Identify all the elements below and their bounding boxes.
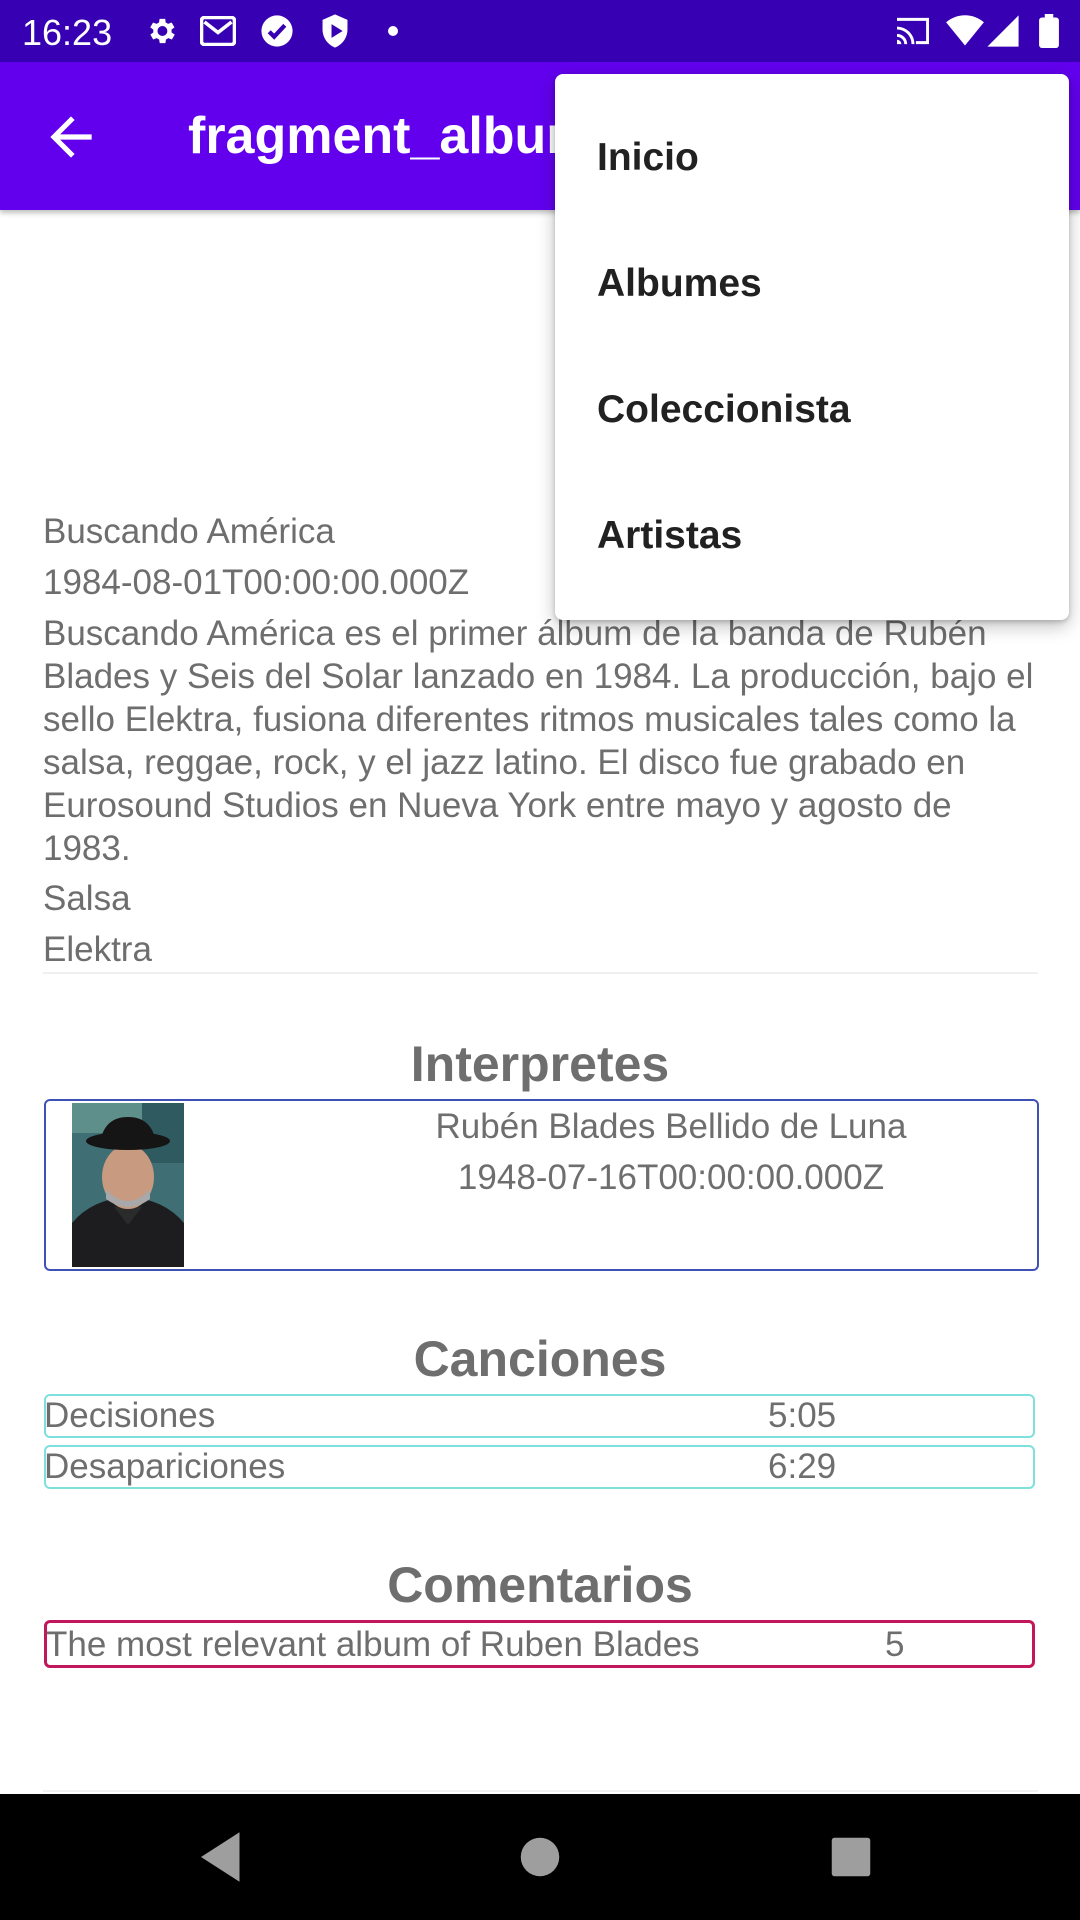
performer-name: Rubén Blades Bellido de Luna: [435, 1107, 907, 1146]
wifi-icon: [946, 12, 984, 50]
avatar: [72, 1103, 184, 1267]
divider: [43, 1790, 1038, 1792]
arrow-left-icon[interactable]: [40, 106, 102, 168]
performer-birth-date: 1948-07-16T00:00:00.000Z: [457, 1158, 885, 1197]
album-release-date: 1984-08-01T00:00:00.000Z: [43, 563, 470, 602]
track-row[interactable]: Desapariciones 6:29: [44, 1445, 1035, 1489]
dot-icon: [374, 12, 412, 50]
divider: [43, 972, 1038, 974]
track-row[interactable]: Decisiones 5:05: [44, 1394, 1035, 1438]
menu-item-artistas[interactable]: Artistas: [597, 506, 1027, 566]
track-name: Decisiones: [44, 1396, 216, 1435]
gear-icon: [142, 12, 180, 50]
comment-text: The most relevant album of Ruben Blades: [46, 1625, 700, 1664]
performer-card[interactable]: Rubén Blades Bellido de Luna 1948-07-16T…: [44, 1099, 1039, 1271]
tracks-title: Canciones: [413, 1331, 667, 1387]
check-circle-icon: [258, 12, 296, 50]
navigation-bar: [0, 1794, 1080, 1920]
signal-icon: [984, 12, 1022, 50]
menu-item-coleccionista[interactable]: Coleccionista: [597, 380, 1027, 440]
overflow-menu: Inicio Albumes Coleccionista Artistas: [555, 74, 1069, 620]
performers-title: Interpretes: [410, 1036, 670, 1092]
cast-icon: [894, 12, 932, 50]
comment-rating: 5: [885, 1625, 905, 1664]
menu-item-inicio[interactable]: Inicio: [597, 128, 1027, 188]
home-circle-icon[interactable]: [507, 1824, 573, 1890]
page-title: fragment_album: [188, 107, 593, 165]
status-time: 16:23: [22, 12, 113, 53]
menu-item-albumes[interactable]: Albumes: [597, 254, 1027, 314]
shield-play-icon: [316, 12, 354, 50]
gmail-icon: [199, 12, 237, 50]
recents-square-icon[interactable]: [818, 1824, 884, 1890]
back-triangle-icon[interactable]: [190, 1824, 256, 1890]
track-duration: 5:05: [768, 1396, 837, 1435]
album-name: Buscando América: [43, 512, 335, 551]
track-duration: 6:29: [768, 1447, 837, 1486]
album-genre: Salsa: [43, 879, 131, 918]
comment-row[interactable]: The most relevant album of Ruben Blades …: [44, 1620, 1035, 1668]
track-name: Desapariciones: [44, 1447, 286, 1486]
album-description: Buscando América es el primer álbum de l…: [43, 614, 1034, 868]
status-bar: 16:23: [0, 0, 1080, 62]
album-record-label: Elektra: [43, 930, 152, 969]
battery-icon: [1030, 12, 1068, 50]
comments-title: Comentarios: [387, 1557, 693, 1613]
